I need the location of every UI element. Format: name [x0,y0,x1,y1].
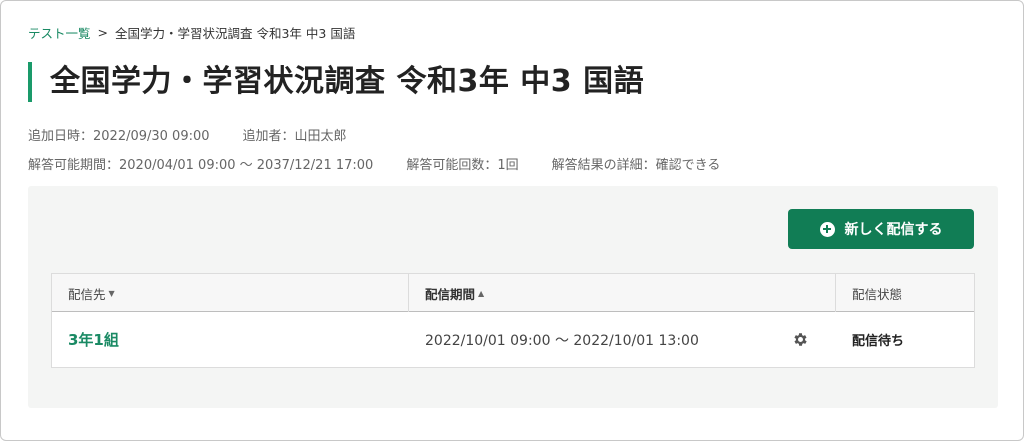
meta-row-added: 追加日時：2022/09/30 09:00 追加者：山田太郎 [28,125,347,144]
breadcrumb-separator: > [97,25,108,40]
column-header-target[interactable]: 配信先 ▼ [52,274,409,312]
delivery-table: 配信先 ▼ 配信期間 ▲ 配信状態 3年1組 2022/10/01 09:00 … [51,273,975,368]
breadcrumb-current: 全国学力・学習状況調査 令和3年 中3 国語 [115,26,356,41]
meta-row-answer: 解答可能期間：2020/04/01 09:00 〜 2037/12/21 17:… [28,154,720,173]
meta-added-at: 追加日時：2022/09/30 09:00 [28,129,210,144]
column-header-period-label: 配信期間 [425,286,476,302]
row-period-cell: 2022/10/01 09:00 〜 2022/10/01 13:00 [409,330,836,350]
row-target-link[interactable]: 3年1組 [52,329,409,350]
breadcrumb: テスト一覧 > 全国学力・学習状況調査 令和3年 中3 国語 [28,23,355,42]
table-header: 配信先 ▼ 配信期間 ▲ 配信状態 [52,274,974,312]
page-title: 全国学力・学習状況調査 令和3年 中3 国語 [28,62,644,102]
new-delivery-label: 新しく配信する [844,222,943,238]
meta-added-by: 追加者：山田太郎 [242,129,347,144]
sort-asc-icon[interactable]: ▲ [478,289,484,298]
row-status: 配信待ち [852,334,905,349]
row-period: 2022/10/01 09:00 〜 2022/10/01 13:00 [425,332,699,349]
column-header-period[interactable]: 配信期間 ▲ [409,274,836,312]
breadcrumb-link-test-list[interactable]: テスト一覧 [28,23,91,42]
table-row: 3年1組 2022/10/01 09:00 〜 2022/10/01 13:00… [52,312,974,367]
meta-answer-period: 解答可能期間：2020/04/01 09:00 〜 2037/12/21 17:… [28,158,374,173]
column-header-status: 配信状態 [836,274,974,312]
delivery-panel: 新しく配信する 配信先 ▼ 配信期間 ▲ 配信状態 3年1組 2022/10/0… [28,186,998,408]
column-header-target-label: 配信先 [68,286,106,302]
sort-desc-icon[interactable]: ▼ [109,289,115,298]
gear-icon[interactable] [792,331,809,348]
plus-circle-icon [819,221,835,237]
meta-answer-count: 解答可能回数：1回 [406,158,519,173]
column-header-status-label: 配信状態 [852,286,903,302]
meta-result-detail: 解答結果の詳細：確認できる [551,158,721,173]
new-delivery-button[interactable]: 新しく配信する [788,209,974,249]
window-frame: テスト一覧 > 全国学力・学習状況調査 令和3年 中3 国語 全国学力・学習状況… [0,0,1024,441]
